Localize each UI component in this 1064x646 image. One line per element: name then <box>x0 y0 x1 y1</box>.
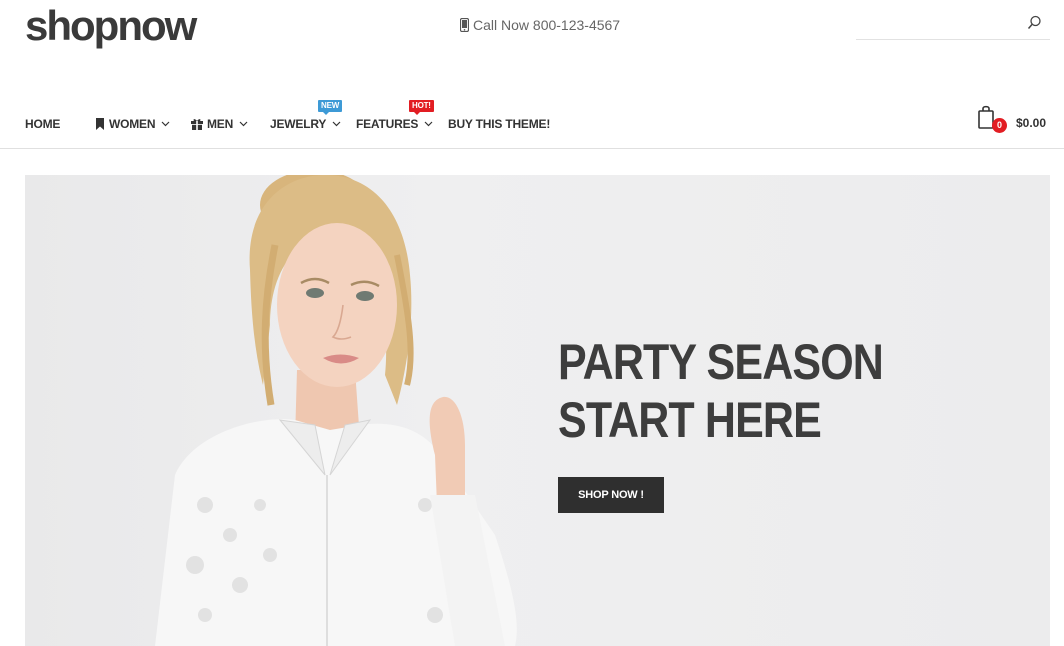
nav-home[interactable]: HOME <box>25 114 60 134</box>
chevron-down-icon <box>424 121 433 127</box>
nav-women[interactable]: WOMEN <box>95 114 170 134</box>
nav-buy-theme-label: BUY THIS THEME! <box>448 117 551 131</box>
hero-title-line2: START HERE <box>558 392 822 448</box>
cart-count-badge: 0 <box>992 118 1007 133</box>
search-input[interactable] <box>856 8 1024 38</box>
search-icon[interactable] <box>1027 15 1042 35</box>
search-box <box>856 8 1050 40</box>
cart-total: $0.00 <box>1016 116 1047 130</box>
nav-men[interactable]: MEN <box>191 114 248 134</box>
nav-buy-theme[interactable]: BUY THIS THEME! <box>448 114 550 134</box>
nav-home-label: HOME <box>25 117 61 131</box>
chevron-down-icon <box>161 121 170 127</box>
badge-new: NEW <box>318 100 343 115</box>
hero-title-line1: PARTY SEASON <box>558 334 884 390</box>
badge-hot: HOT! <box>409 100 434 115</box>
nav-features[interactable]: FEATURES HOT! <box>356 100 434 134</box>
chevron-down-icon <box>332 121 341 127</box>
nav-jewelry-label: JEWELRY <box>270 117 327 131</box>
nav-women-label: WOMEN <box>109 117 156 131</box>
hero-title: PARTY SEASON START HERE <box>558 333 884 449</box>
chevron-down-icon <box>239 121 248 127</box>
nav-jewelry[interactable]: JEWELRY NEW <box>270 100 343 134</box>
nav-men-label: MEN <box>207 117 234 131</box>
model-photo <box>155 175 517 646</box>
call-now-text: Call Now 800-123-4567 <box>473 17 621 33</box>
site-logo[interactable]: shopnow <box>25 4 197 48</box>
shop-now-button[interactable]: SHOP NOW ! <box>558 477 664 513</box>
main-nav: HOME WOMEN MEN JEWELRY NEW FEATURES HOT!… <box>0 100 1064 149</box>
gift-icon <box>191 118 203 130</box>
phone-icon <box>460 18 469 32</box>
cart[interactable]: 0 $0.00 <box>977 105 1046 134</box>
bookmark-icon <box>95 118 105 130</box>
nav-features-label: FEATURES <box>356 117 419 131</box>
hero-banner: PARTY SEASON START HERE SHOP NOW ! <box>25 175 1050 646</box>
call-now: Call Now 800-123-4567 <box>460 17 620 33</box>
